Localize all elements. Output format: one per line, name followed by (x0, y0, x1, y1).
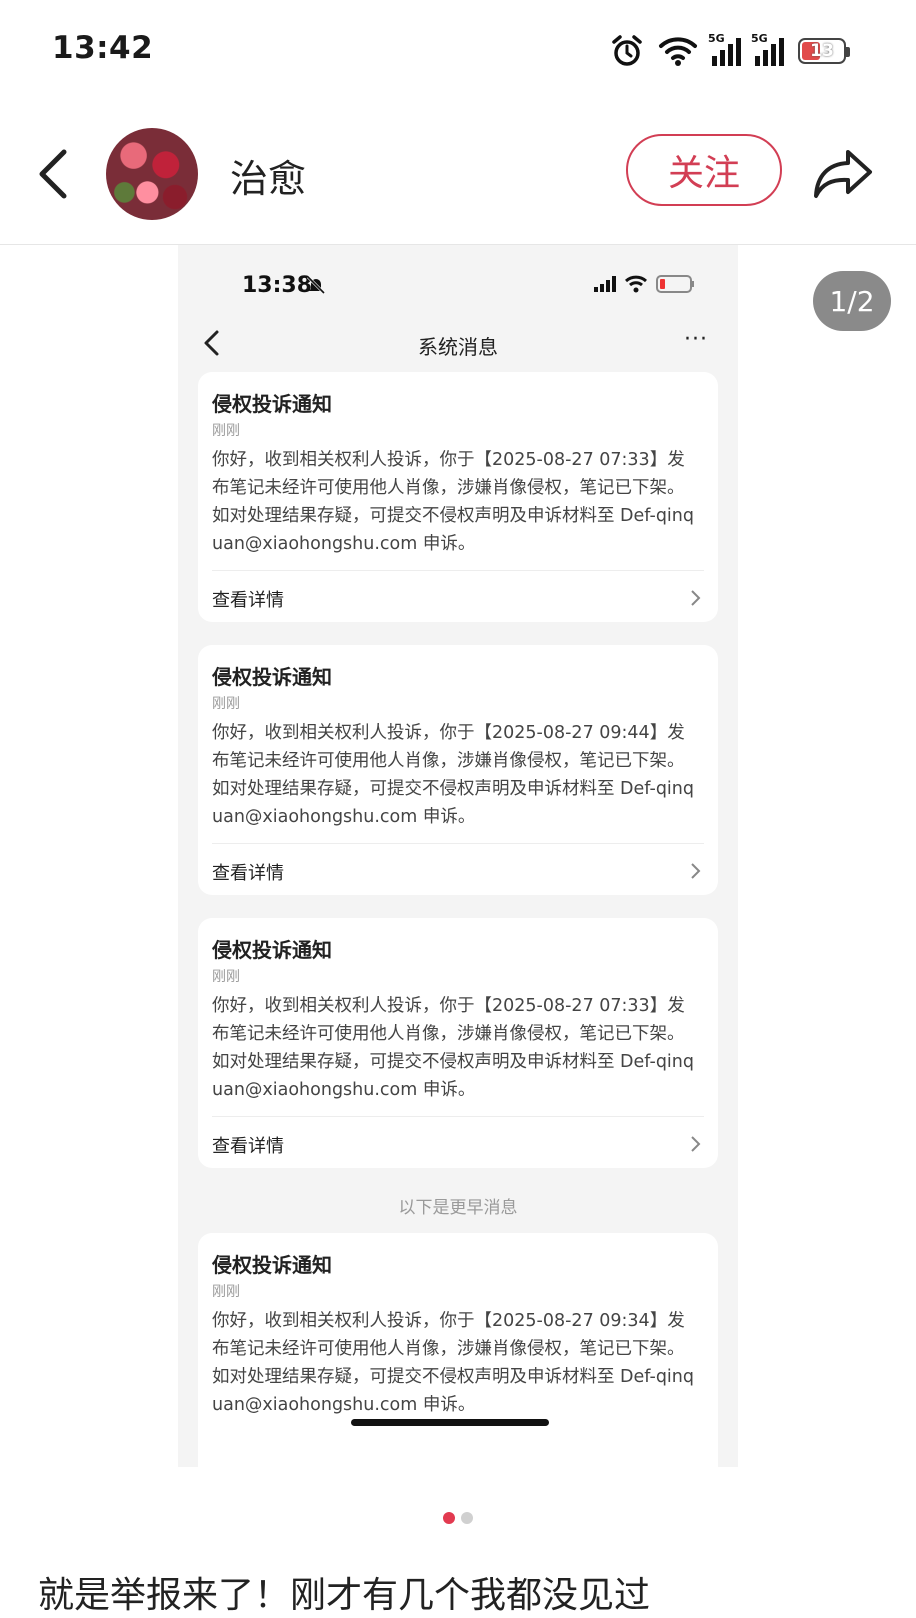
status-time: 13:42 (52, 30, 154, 66)
divider (212, 843, 704, 844)
network-type-label: 5G (751, 32, 768, 45)
wifi-icon (659, 37, 697, 66)
username[interactable]: 治愈 (230, 148, 306, 203)
signal-5g-icon-1: 5G (708, 32, 741, 66)
chevron-right-icon[interactable] (688, 862, 702, 880)
status-bar: 13:42 5G 5G 13 (0, 0, 916, 104)
follow-button[interactable]: 关注 (626, 134, 782, 206)
chevron-right-icon[interactable] (688, 589, 702, 607)
system-message-nav: 系统消息 ··· (178, 321, 738, 365)
avatar[interactable] (106, 128, 198, 220)
image-pagination (0, 1512, 916, 1524)
notification-title: 侵权投诉通知 (212, 1253, 332, 1277)
inner-page-title: 系统消息 (418, 335, 498, 359)
alarm-icon (612, 35, 642, 66)
signal-5g-icon-2: 5G (751, 32, 784, 66)
notification-title: 侵权投诉通知 (212, 665, 332, 689)
inner-battery-icon (656, 275, 694, 293)
notification-title: 侵权投诉通知 (212, 392, 332, 416)
more-icon[interactable]: ··· (684, 327, 708, 352)
view-details-link[interactable]: 查看详情 (212, 859, 284, 885)
battery-icon: 13 (798, 38, 850, 64)
network-type-label: 5G (708, 32, 725, 45)
notification-card: 侵权投诉通知 刚刚 你好，收到相关权利人投诉，你于【2025-08-27 09:… (198, 1233, 718, 1467)
notification-title: 侵权投诉通知 (212, 938, 332, 962)
notification-time: 刚刚 (212, 696, 240, 712)
notification-body: 你好，收到相关权利人投诉，你于【2025-08-27 09:34】发布笔记未经许… (212, 1311, 694, 1415)
inner-status-icons (594, 275, 694, 293)
back-arrow-icon[interactable] (34, 146, 74, 202)
notification-time: 刚刚 (212, 423, 240, 439)
note-image[interactable]: 13:38 系统消息 ··· 侵权投诉通知 刚刚 你好，收到相关权利人投诉，你于… (178, 245, 738, 1467)
notification-body: 你好，收到相关权利人投诉，你于【2025-08-27 07:33】发布笔记未经许… (212, 450, 694, 554)
notification-card: 侵权投诉通知 刚刚 你好，收到相关权利人投诉，你于【2025-08-27 07:… (198, 918, 718, 1168)
inner-status-time: 13:38 (242, 273, 313, 298)
note-caption: 就是举报来了！刚才有几个我都没见过 (38, 1575, 651, 1616)
status-icons: 5G 5G 13 (610, 32, 850, 68)
mute-bell-icon (306, 275, 326, 295)
divider (212, 1116, 704, 1117)
earlier-messages-label: 以下是更早消息 (398, 1198, 518, 1218)
divider (212, 570, 704, 571)
chevron-right-icon[interactable] (688, 1135, 702, 1153)
notification-card: 侵权投诉通知 刚刚 你好，收到相关权利人投诉，你于【2025-08-27 07:… (198, 372, 718, 622)
notification-time: 刚刚 (212, 1284, 240, 1300)
view-details-link[interactable]: 查看详情 (212, 1132, 284, 1158)
notification-body: 你好，收到相关权利人投诉，你于【2025-08-27 09:44】发布笔记未经许… (212, 723, 694, 827)
notification-body: 你好，收到相关权利人投诉，你于【2025-08-27 07:33】发布笔记未经许… (212, 996, 694, 1100)
share-icon[interactable] (812, 144, 874, 204)
inner-signal-icon (594, 276, 616, 292)
page-dot-active[interactable] (443, 1512, 455, 1524)
image-counter: 1/2 (813, 271, 891, 331)
inner-wifi-icon (625, 275, 647, 293)
notification-card: 侵权投诉通知 刚刚 你好，收到相关权利人投诉，你于【2025-08-27 09:… (198, 645, 718, 895)
battery-level: 13 (810, 41, 834, 61)
home-indicator (351, 1419, 549, 1426)
note-header: 治愈 关注 (0, 104, 916, 245)
view-details-link[interactable]: 查看详情 (212, 586, 284, 612)
notification-time: 刚刚 (212, 969, 240, 985)
page-dot[interactable] (461, 1512, 473, 1524)
